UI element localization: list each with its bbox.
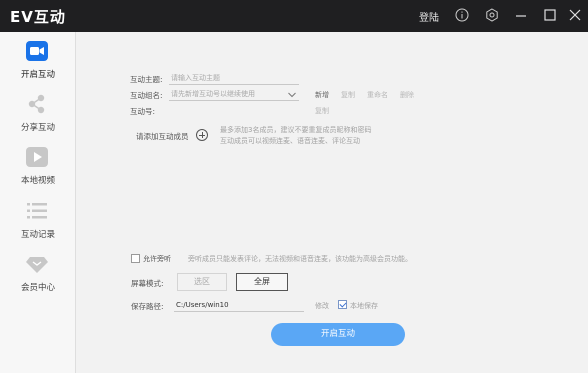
group-name-placeholder: 请先新增互动号以继续使用	[171, 90, 255, 98]
chevron-down-icon	[287, 90, 297, 100]
sidebar-item-member-center[interactable]: 会员中心	[0, 253, 76, 305]
member-hint-line2: 互动成员可以视频连麦、语音连麦、评论互动	[220, 137, 360, 145]
minimize-icon[interactable]	[514, 8, 528, 22]
local-save-checkbox[interactable]	[338, 300, 347, 309]
save-path-label: 保存路径:	[131, 302, 164, 311]
sidebar-item-label: 会员中心	[20, 283, 55, 293]
title-bar: EV互动 登陆	[0, 0, 588, 32]
local-save-label: 本地保存	[350, 302, 378, 310]
sidebar: 开启互动 分享互动 本地视频 互动记录 会员中心	[0, 32, 76, 373]
close-icon[interactable]	[568, 8, 582, 22]
diamond-icon	[25, 253, 49, 275]
rename-group-button[interactable]: 重命名	[367, 90, 388, 100]
maximize-icon[interactable]	[543, 8, 557, 22]
group-name-label: 互动组名:	[130, 91, 163, 100]
copy-group-button[interactable]: 复制	[341, 90, 355, 100]
topic-input[interactable]: 请输入互动主题	[169, 73, 299, 85]
sidebar-item-label: 互动记录	[20, 230, 55, 240]
screen-mode-label: 屏幕模式:	[131, 279, 164, 288]
settings-icon[interactable]	[485, 8, 499, 22]
start-interaction-button[interactable]: 开启互动	[271, 323, 405, 346]
allow-audience-label: 允许旁听	[143, 255, 171, 263]
copy-number-button[interactable]: 复制	[315, 106, 329, 116]
save-path-input[interactable]: C:/Users/win10	[174, 300, 304, 312]
add-member-label: 请添加互动成员	[136, 132, 189, 141]
login-button[interactable]: 登陆	[419, 9, 439, 24]
app-title: EV互动	[10, 8, 66, 26]
delete-group-button[interactable]: 删除	[400, 90, 414, 100]
list-icon	[25, 200, 49, 222]
sidebar-item-start-interaction[interactable]: 开启互动	[0, 40, 76, 92]
screen-mode-fullscreen-button[interactable]: 全屏	[236, 273, 288, 291]
video-camera-icon	[25, 40, 49, 62]
share-icon	[25, 93, 49, 115]
sidebar-item-label: 本地视频	[20, 176, 55, 186]
sidebar-item-local-video[interactable]: 本地视频	[0, 146, 76, 198]
sidebar-item-interaction-history[interactable]: 互动记录	[0, 200, 76, 252]
play-icon	[25, 146, 49, 168]
main-panel: 互动主题: 请输入互动主题 互动组名: 请先新增互动号以继续使用 新增 复制 重…	[77, 32, 588, 373]
allow-audience-checkbox[interactable]	[131, 254, 140, 263]
member-hint-line1: 最多添加3名成员，建议不要重复成员昵称和密码	[220, 126, 372, 134]
new-group-button[interactable]: 新增	[315, 90, 329, 100]
sidebar-item-label: 分享互动	[20, 123, 55, 133]
sidebar-item-label: 开启互动	[20, 70, 55, 80]
audience-hint: 旁听成员只能发表评论，无法视频和语音连麦，该功能为高级会员功能。	[188, 255, 412, 263]
modify-path-button[interactable]: 修改	[315, 301, 329, 311]
sidebar-item-share-interaction[interactable]: 分享互动	[0, 93, 76, 145]
group-name-select[interactable]: 请先新增互动号以继续使用	[169, 89, 299, 101]
interaction-number-label: 互动号:	[130, 107, 156, 116]
info-icon[interactable]	[455, 8, 469, 22]
add-member-icon[interactable]	[196, 129, 208, 141]
topic-label: 互动主题:	[130, 75, 163, 84]
screen-mode-region-button[interactable]: 选区	[177, 273, 227, 291]
